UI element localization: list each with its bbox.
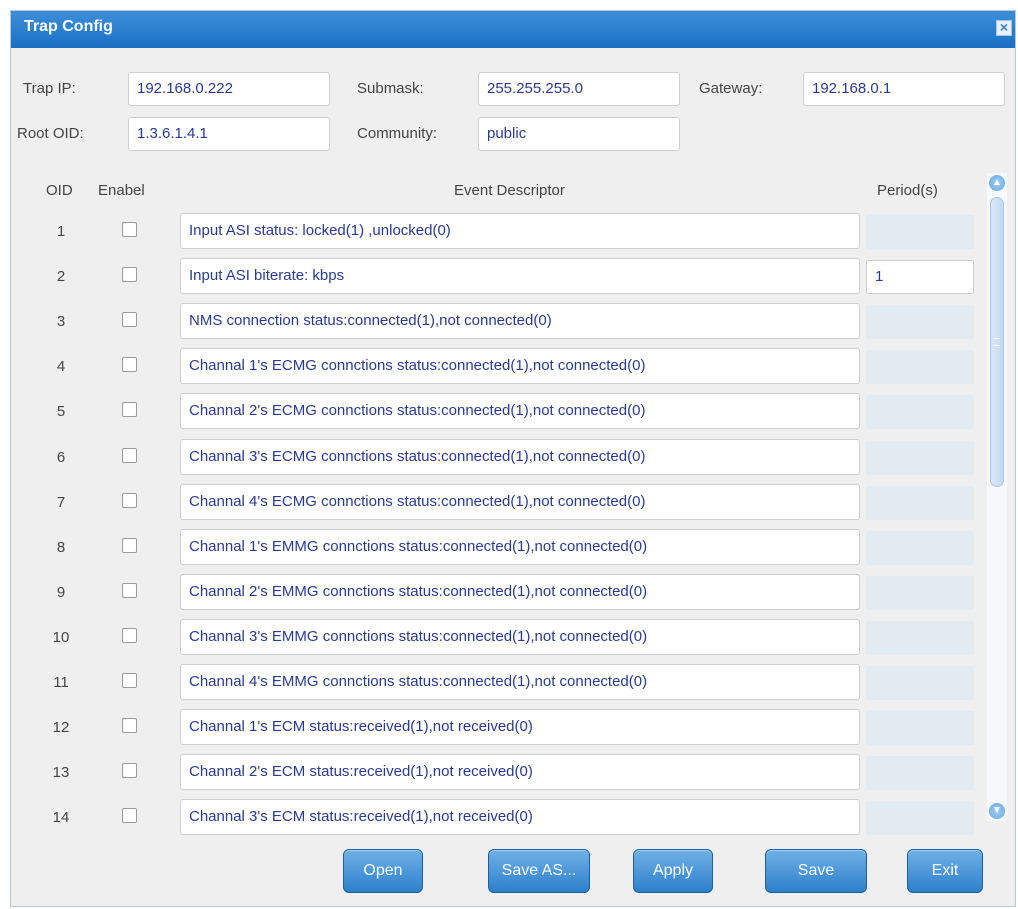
enable-checkbox[interactable] <box>122 718 137 734</box>
event-descriptor-field[interactable]: Channal 3's ECM status:received(1),not r… <box>180 799 860 836</box>
scroll-thumb[interactable] <box>990 197 1004 487</box>
event-descriptor-field[interactable]: NMS connection status:connected(1),not c… <box>180 303 860 340</box>
window-title: Trap Config <box>24 18 113 35</box>
gateway-label: Gateway: <box>699 80 763 97</box>
period-field <box>866 666 974 700</box>
period-field <box>866 530 974 565</box>
root-oid-label: Root OID: <box>17 125 84 142</box>
row-oid: 4 <box>56 358 66 376</box>
period-field <box>866 485 974 520</box>
event-descriptor-field[interactable]: Channal 1's ECM status:received(1),not r… <box>180 709 860 746</box>
period-field <box>866 350 974 385</box>
period-field <box>866 440 974 475</box>
table-row: 14 Channal 3's ECM status:received(1),not… <box>11 799 986 844</box>
row-oid: 6 <box>56 448 66 466</box>
enable-checkbox[interactable] <box>122 673 137 688</box>
save-button[interactable]: Save <box>765 849 867 893</box>
table-row: 3 NMS connection status:connected(1),not … <box>11 303 986 348</box>
trap-ip-label: Trap IP: <box>23 80 76 97</box>
period-field <box>866 575 974 610</box>
enable-checkbox[interactable] <box>122 402 137 418</box>
enable-checkbox[interactable] <box>122 312 137 328</box>
exit-button[interactable]: Exit <box>907 849 983 893</box>
header-enable: Enabel <box>98 182 145 199</box>
open-button[interactable]: Open <box>343 849 423 893</box>
event-descriptor-field[interactable]: Channal 3's ECMG connctions status:conne… <box>180 438 860 475</box>
event-descriptor-field[interactable]: Input ASI status: locked(1) ,unlocked(0) <box>180 213 860 249</box>
period-field <box>866 801 974 836</box>
community-field[interactable]: public <box>478 117 680 151</box>
enable-checkbox[interactable] <box>122 808 137 824</box>
period-field <box>866 305 974 340</box>
table-row: 8 Channal 1's EMMG connctions status:conn… <box>11 528 986 574</box>
row-oid: 10 <box>52 628 70 646</box>
chevron-down-icon[interactable]: ▼ <box>989 803 1005 819</box>
table-row: 6 Channal 3's ECMG connctions status:conn… <box>11 438 986 484</box>
title-bar: Trap Config × <box>11 11 1015 48</box>
apply-button[interactable]: Apply <box>633 849 713 893</box>
event-descriptor-field[interactable]: Channal 2's EMMG connctions status:conne… <box>180 573 860 610</box>
chevron-up-icon[interactable]: ▲ <box>989 175 1005 191</box>
period-field <box>866 215 974 249</box>
enable-checkbox[interactable] <box>122 492 137 508</box>
community-label: Community: <box>357 125 438 142</box>
event-descriptor-field[interactable]: Input ASI biterate: kbps <box>180 258 860 295</box>
row-oid: 1 <box>56 223 66 240</box>
event-descriptor-field[interactable]: Channal 3's EMMG connctions status:conne… <box>180 618 860 655</box>
grip-icon <box>994 338 1000 346</box>
enable-checkbox[interactable] <box>122 222 137 237</box>
enable-checkbox[interactable] <box>122 582 137 598</box>
scrollbar[interactable]: ▲ ▼ <box>987 173 1007 821</box>
enable-checkbox[interactable] <box>122 763 137 779</box>
table-row: 10 Channal 3's EMMG connctions status:con… <box>11 618 986 664</box>
root-oid-field[interactable]: 1.3.6.1.4.1 <box>128 117 330 151</box>
period-field <box>866 620 974 655</box>
event-descriptor-field[interactable]: Channal 4's ECMG connctions status:conne… <box>180 483 860 520</box>
event-descriptor-field[interactable]: Channal 2's ECMG connctions status:conne… <box>180 393 860 430</box>
gateway-field[interactable]: 192.168.0.1 <box>803 72 1005 106</box>
table-row: 12 Channal 1's ECM status:received(1),not… <box>11 709 986 754</box>
period-field <box>866 395 974 430</box>
row-oid: 13 <box>52 764 70 782</box>
header-period: Period(s) <box>877 182 938 199</box>
row-oid: 3 <box>56 313 66 331</box>
table-row: 5 Channal 2's ECMG connctions status:conn… <box>11 393 986 438</box>
enable-checkbox[interactable] <box>122 447 137 463</box>
header-event-descriptor: Event Descriptor <box>454 182 565 199</box>
save-as-button[interactable]: Save AS... <box>488 849 590 893</box>
submask-field[interactable]: 255.255.255.0 <box>478 72 680 106</box>
row-oid: 5 <box>56 403 66 421</box>
row-oid: 8 <box>56 538 66 556</box>
enable-checkbox[interactable] <box>122 267 137 283</box>
row-oid: 2 <box>56 268 66 286</box>
table-row: 7 Channal 4's ECMG connctions status:conn… <box>11 483 986 529</box>
event-descriptor-field[interactable]: Channal 4's EMMG connctions status:conne… <box>180 664 860 700</box>
table-row: 4 Channal 1's ECMG connctions status:conn… <box>11 348 986 393</box>
row-oid: 7 <box>56 493 66 511</box>
header-oid: OID <box>46 182 73 199</box>
enable-checkbox[interactable] <box>122 537 137 553</box>
trap-ip-field[interactable]: 192.168.0.222 <box>128 72 330 106</box>
row-oid: 9 <box>56 583 66 601</box>
table-row: 1 Input ASI status: locked(1) ,unlocked(0… <box>11 213 986 258</box>
table-row: 13 Channal 2's ECM status:received(1),not… <box>11 754 986 799</box>
trap-config-dialog: Trap Config × Trap IP: 192.168.0.222 Sub… <box>10 10 1016 907</box>
table-row: 2 Input ASI biterate: kbps 1 <box>11 258 986 303</box>
event-descriptor-field[interactable]: Channal 1's EMMG connctions status:conne… <box>180 528 860 565</box>
event-descriptor-field[interactable]: Channal 2's ECM status:received(1),not r… <box>180 754 860 791</box>
enable-checkbox[interactable] <box>122 627 137 643</box>
period-field[interactable]: 1 <box>866 260 974 295</box>
table-row: 9 Channal 2's EMMG connctions status:conn… <box>11 573 986 619</box>
period-field <box>866 756 974 791</box>
enable-checkbox[interactable] <box>122 357 137 373</box>
submask-label: Submask: <box>357 80 424 97</box>
period-field <box>866 711 974 746</box>
row-oid: 11 <box>53 674 69 691</box>
table-row: 11 Channal 4's EMMG connctions status:con… <box>11 664 986 709</box>
close-icon[interactable]: × <box>996 20 1012 36</box>
row-oid: 12 <box>52 719 70 737</box>
event-descriptor-field[interactable]: Channal 1's ECMG connctions status:conne… <box>180 348 860 385</box>
row-oid: 14 <box>52 809 70 827</box>
